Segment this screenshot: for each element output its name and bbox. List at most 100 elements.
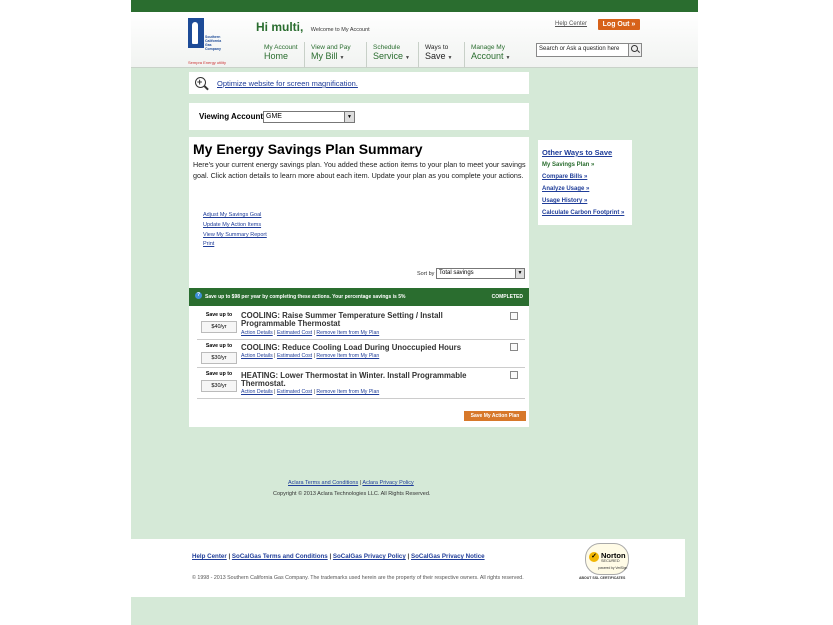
nav-label-small: My Account xyxy=(264,44,298,51)
action-details-link[interactable]: Action Details xyxy=(241,330,273,336)
save-up-to-label: Save up to xyxy=(205,343,233,349)
welcome-text: Welcome to My Account xyxy=(310,27,370,33)
completed-checkbox[interactable] xyxy=(510,312,518,320)
remove-item-link[interactable]: Remove Item from My Plan xyxy=(316,353,379,359)
about-ssl-link[interactable]: ABOUT SSL CERTIFICATES xyxy=(579,576,625,580)
completed-checkbox[interactable] xyxy=(510,343,518,351)
print-link[interactable]: Print xyxy=(203,241,214,247)
footer-privacy-notice-link[interactable]: SoCalGas Privacy Notice xyxy=(411,553,485,560)
nav-label-small: View and Pay xyxy=(311,44,351,51)
save-up-to-label: Save up to xyxy=(205,371,233,377)
norton-powered-by: powered by VeriSign xyxy=(598,566,628,570)
other-ways-sidebar: Other Ways to Save My Savings Plan » Com… xyxy=(538,140,632,225)
completed-checkbox[interactable] xyxy=(510,371,518,379)
sidebar-item-usage-history[interactable]: Usage History » xyxy=(542,198,587,204)
aclara-links: Aclara Terms and Conditions | Aclara Pri… xyxy=(288,480,414,486)
dropdown-arrow-icon: ▼ xyxy=(405,55,410,61)
footer-copyright: © 1998 - 2013 Southern California Gas Co… xyxy=(192,575,524,581)
sidebar-item-analyze-usage[interactable]: Analyze Usage » xyxy=(542,186,589,192)
magnification-panel: + Optimize website for screen magnificat… xyxy=(189,72,529,94)
footer-help-center-link[interactable]: Help Center xyxy=(192,553,227,560)
aclara-copyright: Copyright © 2013 Aclara Technologies LLC… xyxy=(273,491,431,497)
dropdown-arrow-icon: ▼ xyxy=(515,269,524,278)
sort-select[interactable]: Total savings ▼ xyxy=(436,268,525,279)
search-box[interactable]: Search or Ask a question here xyxy=(536,43,642,57)
savings-banner: ? Save up to $98 per year by completing … xyxy=(189,288,529,306)
action-details-link[interactable]: Action Details xyxy=(241,389,273,395)
optimize-magnification-link[interactable]: Optimize website for screen magnificatio… xyxy=(217,79,358,88)
help-center-link[interactable]: Help Center xyxy=(555,21,587,27)
nav-label-big: Account xyxy=(471,51,504,61)
sidebar-item-carbon-footprint[interactable]: Calculate Carbon Footprint » xyxy=(542,210,624,216)
view-summary-report-link[interactable]: View My Summary Report xyxy=(203,232,267,238)
nav-schedule-service[interactable]: Schedule Service ▼ xyxy=(373,44,410,63)
footer-terms-link[interactable]: SoCalGas Terms and Conditions xyxy=(232,553,328,560)
logo-tagline: Sempra Energy utility xyxy=(188,60,227,65)
page-container: Southern California Gas Company Sempra E… xyxy=(131,0,698,625)
page-title: My Energy Savings Plan Summary xyxy=(193,141,423,157)
nav-manage-account[interactable]: Manage My Account ▼ xyxy=(471,44,510,63)
aclara-privacy-link[interactable]: Aclara Privacy Policy xyxy=(362,480,413,486)
top-bar xyxy=(131,0,698,12)
action-details-link[interactable]: Action Details xyxy=(241,353,273,359)
estimated-cost-link[interactable]: Estimated Cost xyxy=(277,330,312,336)
dropdown-arrow-icon: ▼ xyxy=(447,55,453,61)
adjust-savings-goal-link[interactable]: Adjust My Savings Goal xyxy=(203,212,261,218)
action-item-links: Action Details | Estimated Cost | Remove… xyxy=(241,330,380,336)
nav-label-big: My Bill xyxy=(311,51,338,61)
footer-links: Help Center | SoCalGas Terms and Conditi… xyxy=(192,553,485,560)
search-input[interactable]: Search or Ask a question here xyxy=(539,46,619,52)
banner-text: Save up to $98 per year by completing th… xyxy=(205,294,406,300)
action-item-title: COOLING: Reduce Cooling Load During Unoc… xyxy=(241,343,462,352)
nav-ways-to-save[interactable]: Ways to Save ▼ xyxy=(425,44,452,63)
aclara-terms-link[interactable]: Aclara Terms and Conditions xyxy=(288,480,358,486)
checkmark-icon: ✓ xyxy=(589,552,599,562)
account-select-value: GME xyxy=(266,113,282,120)
dropdown-arrow-icon: ▼ xyxy=(339,55,345,61)
socalgas-logo[interactable]: Southern California Gas Company Sempra E… xyxy=(188,18,226,65)
action-item-title: HEATING: Lower Thermostat in Winter. Ins… xyxy=(241,371,467,388)
dropdown-arrow-icon: ▼ xyxy=(344,112,354,122)
completed-column-header: COMPLETED xyxy=(491,294,523,300)
sort-select-value: Total savings xyxy=(439,270,474,276)
action-item-title: COOLING: Raise Summer Temperature Settin… xyxy=(241,311,443,328)
norton-secured-badge[interactable]: ✓ Norton SECURED powered by VeriSign ABO… xyxy=(579,543,639,581)
action-item-links: Action Details | Estimated Cost | Remove… xyxy=(241,389,380,395)
greeting-name: Hi multi, xyxy=(256,20,304,34)
nav-label-small: Manage My xyxy=(471,44,505,51)
nav-label-small: Ways to xyxy=(425,44,449,51)
account-select[interactable]: GME ▼ xyxy=(263,111,355,123)
remove-item-link[interactable]: Remove Item from My Plan xyxy=(316,389,379,395)
search-button[interactable] xyxy=(628,44,641,56)
logo-company-name: Southern California Gas Company xyxy=(205,35,222,51)
sidebar-item-my-savings-plan[interactable]: My Savings Plan » xyxy=(542,162,594,168)
update-action-items-link[interactable]: Update My Action Items xyxy=(203,222,261,228)
site-header: Southern California Gas Company Sempra E… xyxy=(131,12,698,68)
intro-text: Here's your current energy savings plan.… xyxy=(193,160,526,180)
flame-logo-icon xyxy=(188,18,204,48)
magnify-plus-icon[interactable]: + xyxy=(195,77,206,88)
other-ways-title[interactable]: Other Ways to Save xyxy=(542,148,612,157)
info-icon: ? xyxy=(195,292,202,299)
estimated-cost-link[interactable]: Estimated Cost xyxy=(277,353,312,359)
save-action-plan-button[interactable]: Save My Action Plan xyxy=(464,411,526,421)
norton-secured: SECURED xyxy=(601,559,620,563)
nav-my-account-home[interactable]: My Account Home xyxy=(264,44,298,61)
savings-amount: $30/yr xyxy=(201,352,237,364)
savings-amount: $30/yr xyxy=(201,380,237,392)
sidebar-item-compare-bills[interactable]: Compare Bills » xyxy=(542,174,587,180)
sort-by-label: Sort by xyxy=(417,271,435,277)
save-up-to-label: Save up to xyxy=(205,312,233,318)
viewing-account-label: Viewing Account: xyxy=(199,112,266,121)
nav-label-big: Service xyxy=(373,51,404,61)
nav-view-pay-bill[interactable]: View and Pay My Bill ▼ xyxy=(311,44,351,63)
savings-plan-panel: My Energy Savings Plan Summary Here's yo… xyxy=(189,137,529,427)
nav-label-big: Save xyxy=(425,51,446,61)
greeting: Hi multi, Welcome to My Account xyxy=(256,18,370,36)
estimated-cost-link[interactable]: Estimated Cost xyxy=(277,389,312,395)
norton-seal: ✓ Norton SECURED powered by VeriSign xyxy=(585,543,629,575)
logout-button[interactable]: Log Out » xyxy=(598,19,640,30)
footer-privacy-policy-link[interactable]: SoCalGas Privacy Policy xyxy=(333,553,406,560)
remove-item-link[interactable]: Remove Item from My Plan xyxy=(316,330,379,336)
nav-label-small: Schedule xyxy=(373,44,401,51)
